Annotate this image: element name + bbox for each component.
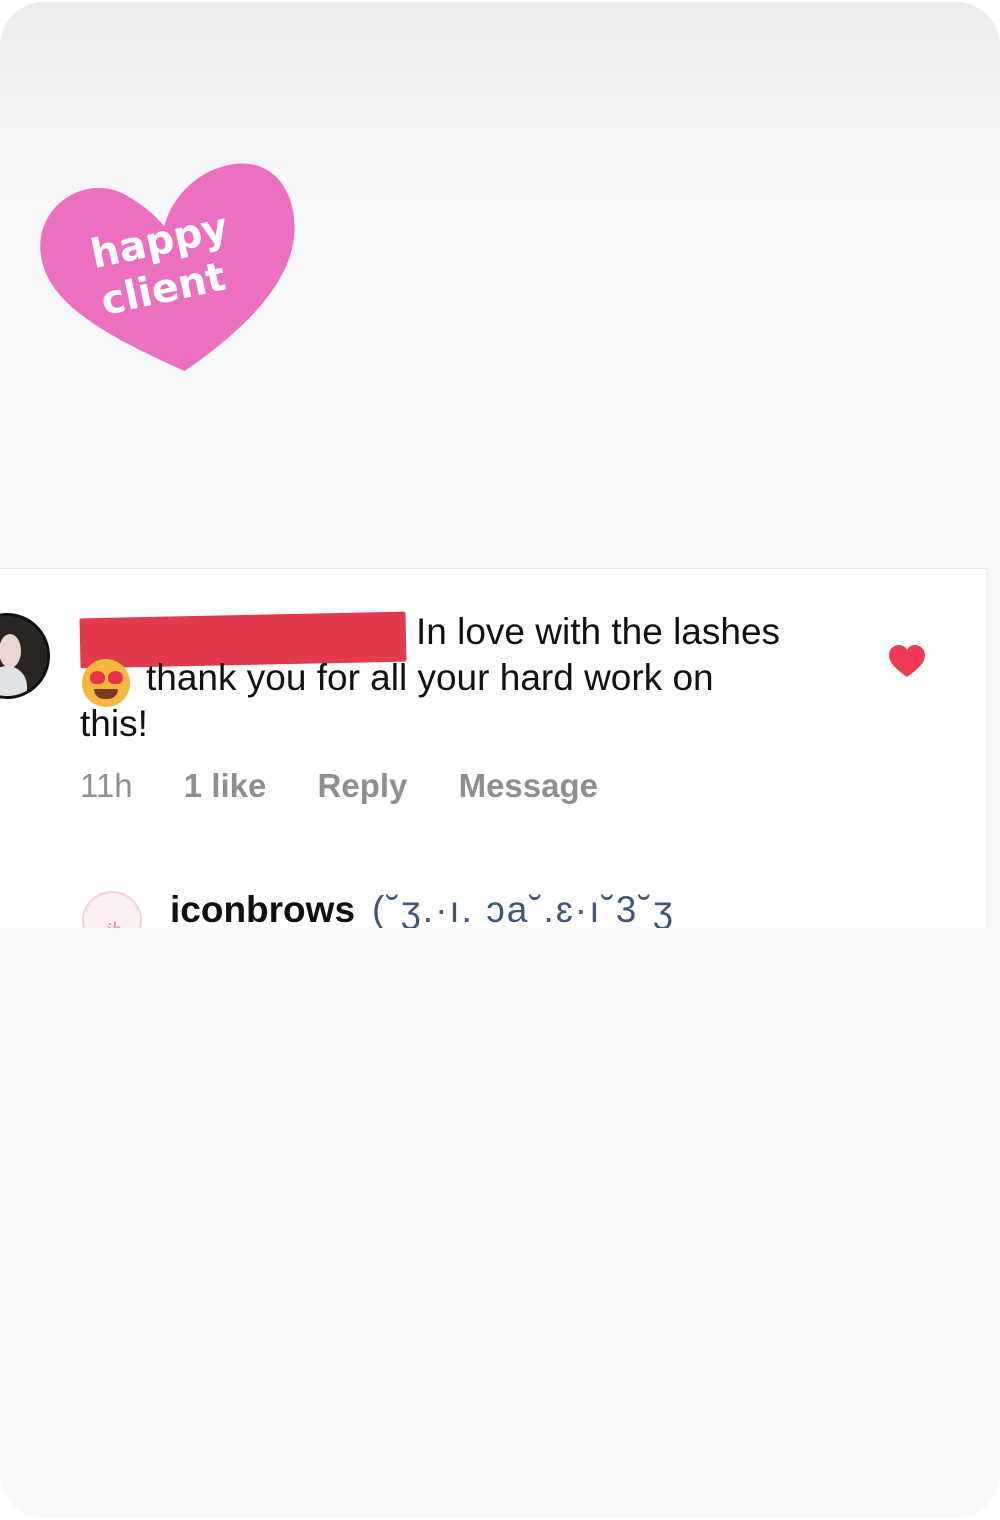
reply-username[interactable]: iconbrows [170, 889, 355, 929]
commenter-avatar[interactable] [0, 613, 50, 699]
blank-area [0, 928, 1000, 1518]
comment-card: In love with the lashes thank you for al… [0, 568, 987, 929]
happy-client-sticker: happy client [30, 142, 310, 392]
heart-sticker-icon: happy client [40, 163, 295, 371]
comment-line-3: this! [80, 703, 148, 744]
story-frame: happy client In love with the lashes tha… [0, 2, 1000, 1518]
reply-avatar[interactable]: ib [82, 891, 142, 929]
reply-preview: ib iconbrows (˘ʒ.·ı. ɔa˘.ɛ·ı˘3˘ʒ [80, 887, 960, 929]
likes-count-link[interactable]: 1 like [184, 767, 267, 805]
like-heart-icon[interactable] [888, 645, 926, 679]
reply-mention: (˘ʒ.·ı. ɔa˘.ɛ·ı˘3˘ʒ [372, 889, 675, 929]
comment-meta: 11h 1 like Reply Message [80, 767, 640, 805]
message-button[interactable]: Message [459, 767, 598, 805]
comment-line-1: In love with the lashes [416, 611, 781, 652]
heart-eyes-emoji-icon [82, 659, 130, 707]
comment-line-2: thank you for all your hard work on [146, 657, 714, 698]
reply-button[interactable]: Reply [318, 767, 408, 805]
comment-time: 11h [80, 767, 133, 804]
